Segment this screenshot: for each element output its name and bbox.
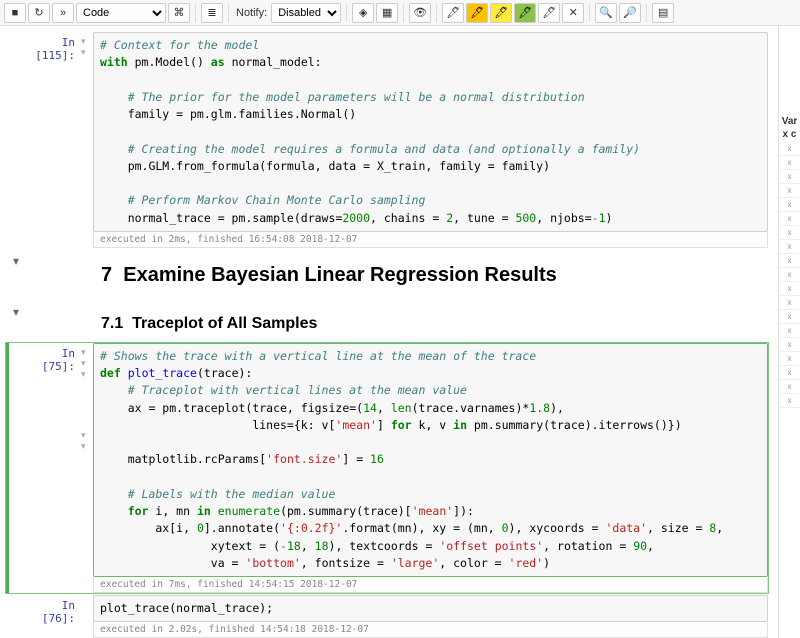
variable-row[interactable]: x	[779, 240, 800, 254]
marker-clear-button[interactable]: ✕	[562, 3, 584, 23]
variable-row[interactable]: x	[779, 380, 800, 394]
variable-row[interactable]: x	[779, 338, 800, 352]
execution-time: executed in 7ms, finished 14:54:15 2018-…	[93, 577, 768, 593]
collapse-heading-icon[interactable]	[6, 595, 26, 638]
codefolding-button[interactable]: ▤	[652, 3, 674, 23]
table-of-contents-button[interactable]: ≣	[201, 3, 223, 23]
codefold-toggle[interactable]: ▾▾▾▾▾	[81, 343, 93, 593]
code-cell[interactable]: In [115]: ▾▾ # Context for the model wit…	[6, 32, 768, 248]
marker-erase-button[interactable]: 🖊	[538, 3, 560, 23]
restart-button[interactable]: ↻	[28, 3, 50, 23]
variable-row[interactable]: x	[779, 142, 800, 156]
panel-header: Var	[779, 116, 800, 127]
variable-row[interactable]: x	[779, 268, 800, 282]
separator	[195, 4, 196, 22]
variable-row[interactable]: x	[779, 226, 800, 240]
command-palette-button[interactable]: ⌘	[168, 3, 190, 23]
interrupt-button[interactable]: ■	[4, 3, 26, 23]
separator	[589, 4, 590, 22]
separator	[228, 4, 229, 22]
execution-time: executed in 2.02s, finished 14:54:18 201…	[93, 622, 768, 638]
variable-row[interactable]: x	[779, 310, 800, 324]
variable-row[interactable]: x	[779, 324, 800, 338]
variable-row[interactable]: x	[779, 212, 800, 226]
codefold-toggle[interactable]	[81, 595, 93, 638]
collapse-heading-icon[interactable]	[6, 343, 26, 593]
marker-button[interactable]: 🖊	[442, 3, 464, 23]
code-input[interactable]: # Context for the model with pm.Model() …	[93, 32, 768, 232]
variable-row[interactable]: x	[779, 156, 800, 170]
notify-label: Notify:	[236, 7, 267, 19]
toggle-input-button[interactable]: 👁	[409, 3, 431, 23]
variable-row[interactable]: x	[779, 352, 800, 366]
scratchpad-button[interactable]: ◈	[352, 3, 374, 23]
variable-inspector-panel[interactable]: Var x c xxxxxxxxxxxxxxxxxxx	[778, 26, 800, 638]
separator	[403, 4, 404, 22]
code-input[interactable]: plot_trace(normal_trace);	[93, 595, 768, 622]
separator	[436, 4, 437, 22]
highlight-orange-button[interactable]: 🖊	[466, 3, 488, 23]
variable-row[interactable]: x	[779, 296, 800, 310]
panel-subheader: x c	[779, 129, 800, 140]
heading-2: 7 Examine Bayesian Linear Regression Res…	[101, 264, 768, 287]
variable-row[interactable]: x	[779, 394, 800, 408]
markdown-cell[interactable]: ▾ 7 Examine Bayesian Linear Regression R…	[6, 250, 768, 299]
markdown-cell[interactable]: ▾ 7.1 Traceplot of All Samples	[6, 301, 768, 341]
heading-3: 7.1 Traceplot of All Samples	[101, 315, 768, 333]
variable-row[interactable]: x	[779, 282, 800, 296]
highlight-yellow-button[interactable]: 🖊	[490, 3, 512, 23]
code-input[interactable]: # Shows the trace with a vertical line a…	[93, 343, 768, 577]
code-cell-selected[interactable]: In [75]: ▾▾▾▾▾ # Shows the trace with a …	[6, 343, 768, 593]
execution-time: executed in 2ms, finished 16:54:08 2018-…	[93, 232, 768, 248]
restart-run-all-button[interactable]: »	[52, 3, 74, 23]
codefold-toggle[interactable]: ▾▾	[81, 32, 93, 248]
code-cell[interactable]: In [76]: plot_trace(normal_trace); execu…	[6, 595, 768, 638]
collapse-heading-icon[interactable]	[6, 32, 26, 248]
highlight-green-button[interactable]: 🖊	[514, 3, 536, 23]
zoom-out-button[interactable]: 🔎	[619, 3, 641, 23]
notebook-scroll-area[interactable]: In [115]: ▾▾ # Context for the model wit…	[0, 26, 778, 638]
zoom-in-button[interactable]: 🔍	[595, 3, 617, 23]
prompt-label: In [76]:	[26, 595, 81, 638]
variable-row[interactable]: x	[779, 254, 800, 268]
variable-row[interactable]: x	[779, 198, 800, 212]
separator	[346, 4, 347, 22]
prompt-label: In [115]:	[26, 32, 81, 248]
collapse-heading-icon[interactable]: ▾	[6, 250, 26, 299]
variable-inspector-button[interactable]: ▦	[376, 3, 398, 23]
toolbar: ■ ↻ » Code ⌘ ≣ Notify: Disabled ◈ ▦ 👁 🖊 …	[0, 0, 800, 26]
prompt-label: In [75]:	[26, 343, 81, 593]
collapse-heading-icon[interactable]: ▾	[6, 301, 26, 341]
variable-row[interactable]: x	[779, 170, 800, 184]
separator	[646, 4, 647, 22]
variable-row[interactable]: x	[779, 184, 800, 198]
notify-select[interactable]: Disabled	[271, 3, 341, 23]
variable-row[interactable]: x	[779, 366, 800, 380]
cell-type-select[interactable]: Code	[76, 3, 166, 23]
